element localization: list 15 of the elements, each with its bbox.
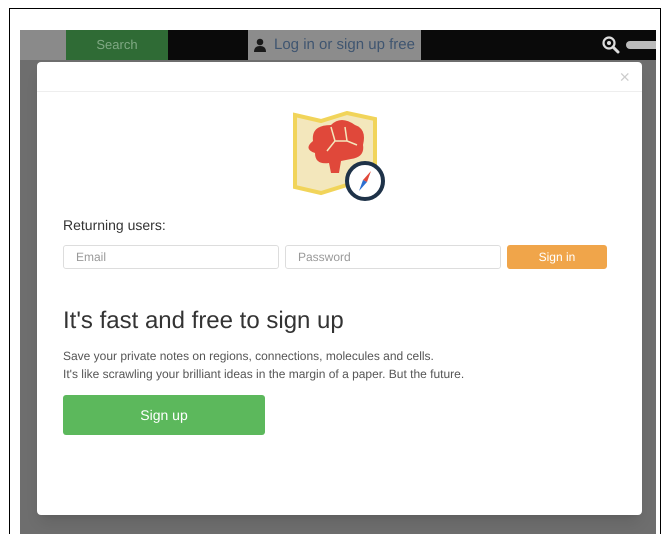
login-text: Log in or sign up free xyxy=(274,34,415,55)
signup-heading: It's fast and free to sign up xyxy=(63,306,345,336)
sign-up-button[interactable]: Sign up xyxy=(63,395,265,435)
sign-in-button[interactable]: Sign in xyxy=(507,245,607,269)
email-field[interactable]: Email xyxy=(63,245,279,269)
password-field[interactable]: Password xyxy=(285,245,501,269)
login-link[interactable]: Log in or sign up free xyxy=(248,30,421,60)
user-icon xyxy=(254,38,266,52)
description-text: It's like scrawling your brilliant ideas in the margin of a paper. But the future. xyxy=(63,366,466,383)
close-button[interactable]: × xyxy=(619,68,630,86)
description-text: Save your private notes on regions, connections, molecules and cells. xyxy=(63,348,435,365)
rounded-bar xyxy=(626,41,656,49)
returning-users-label: Returning users: xyxy=(63,216,167,235)
search-button[interactable]: Search xyxy=(66,30,168,60)
zoom-icon[interactable] xyxy=(602,36,620,54)
